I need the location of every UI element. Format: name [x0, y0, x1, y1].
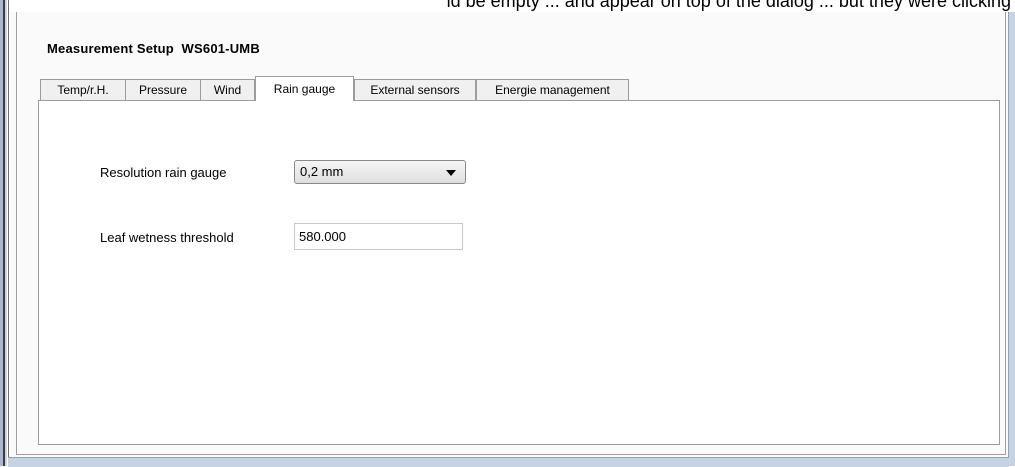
tab-temp-rh[interactable]: Temp/r.H. — [40, 79, 126, 100]
leaf-wetness-threshold-input[interactable]: 580.000 — [294, 223, 463, 250]
dialog-title: Measurement Setup WS601-UMB — [47, 41, 260, 56]
tab-pressure[interactable]: Pressure — [125, 79, 201, 100]
tab-wind[interactable]: Wind — [200, 79, 255, 100]
window-frame-left-inner — [5, 0, 7, 466]
background-window-text: ld be empty ... and appear on top of the… — [446, 0, 1011, 11]
tab-rain-gauge[interactable]: Rain gauge — [255, 76, 354, 101]
resolution-rain-gauge-select[interactable]: 0,2 mm — [294, 160, 466, 184]
background-window-strip: ld be empty ... and appear on top of the… — [0, 0, 1015, 12]
window-frame-left-line — [8, 0, 9, 458]
resolution-rain-gauge-label: Resolution rain gauge — [100, 165, 227, 180]
tab-energie-management[interactable]: Energie management — [476, 79, 629, 100]
window-frame-right — [1008, 12, 1015, 466]
leaf-wetness-threshold-label: Leaf wetness threshold — [100, 230, 234, 245]
chevron-down-icon[interactable] — [446, 170, 456, 176]
tab-panel-rain-gauge — [38, 100, 1000, 445]
tab-external-sensors[interactable]: External sensors — [354, 79, 476, 100]
resolution-rain-gauge-value: 0,2 mm — [300, 164, 344, 179]
